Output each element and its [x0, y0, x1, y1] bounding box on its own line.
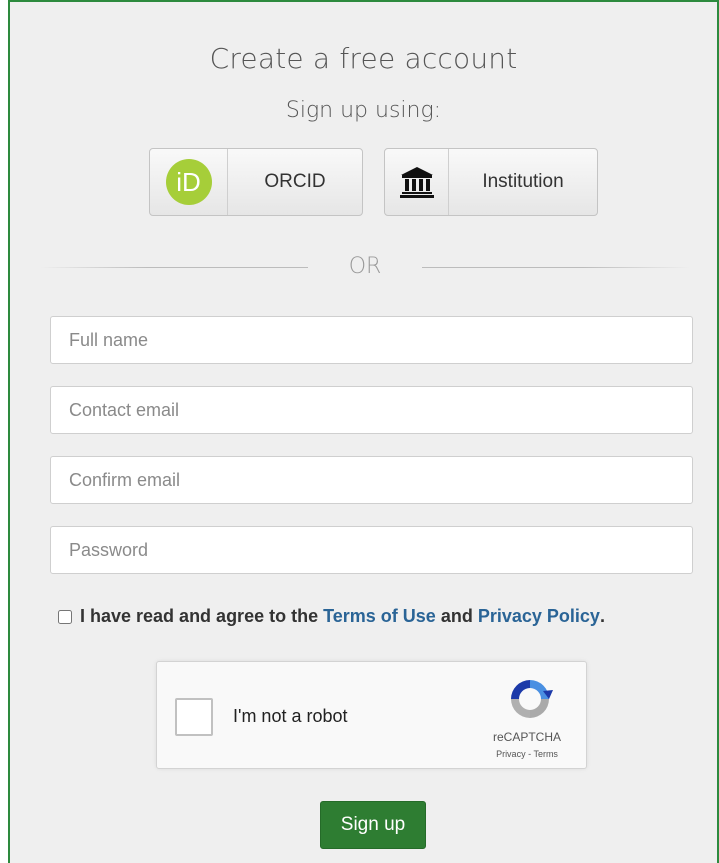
page-title: Create a free account	[209, 42, 518, 75]
agreement-text-and: and	[440, 606, 473, 626]
terms-agreement: I have read and agree to the Terms of Us…	[58, 606, 708, 627]
agreement-text-suffix: .	[599, 606, 605, 626]
institution-button-label: Institution	[482, 171, 564, 192]
institution-icon-box	[385, 149, 449, 215]
recaptcha-brand: reCAPTCHA	[492, 730, 561, 744]
full-name-field[interactable]	[50, 316, 693, 364]
agreement-text-prefix: I have read and agree to the	[80, 606, 319, 626]
password-field[interactable]	[50, 526, 693, 574]
recaptcha-separator: -	[528, 749, 532, 759]
institution-icon	[399, 167, 434, 198]
privacy-policy-link[interactable]: Privacy Policy	[478, 606, 600, 627]
recaptcha-links: Privacy - Terms	[467, 749, 587, 759]
orcid-signup-button[interactable]: iD ORCID	[149, 148, 363, 216]
signup-panel: Create a free account Sign up using: iD …	[8, 0, 719, 863]
or-divider: OR	[40, 254, 690, 282]
confirm-email-field[interactable]	[50, 456, 693, 504]
recaptcha-checkbox[interactable]	[175, 698, 213, 736]
recaptcha-logo-icon	[511, 680, 553, 718]
terms-of-use-link[interactable]: Terms of Use	[323, 606, 436, 627]
signup-subtitle: Sign up using:	[285, 98, 442, 123]
contact-email-field[interactable]	[50, 386, 693, 434]
recaptcha-widget: I'm not a robot reCAPTCHA Privacy - Term…	[156, 661, 587, 769]
sign-up-button[interactable]: Sign up	[320, 801, 426, 849]
terms-checkbox[interactable]	[58, 609, 72, 624]
institution-signup-button[interactable]: Institution	[384, 148, 598, 216]
divider-line-right	[422, 267, 690, 268]
orcid-icon: iD	[165, 159, 212, 205]
recaptcha-privacy-link[interactable]: Privacy	[496, 749, 526, 759]
recaptcha-label: I'm not a robot	[233, 706, 348, 726]
recaptcha-terms-link[interactable]: Terms	[533, 749, 558, 759]
orcid-icon-box: iD	[150, 149, 228, 215]
orcid-button-label: ORCID	[264, 171, 326, 192]
